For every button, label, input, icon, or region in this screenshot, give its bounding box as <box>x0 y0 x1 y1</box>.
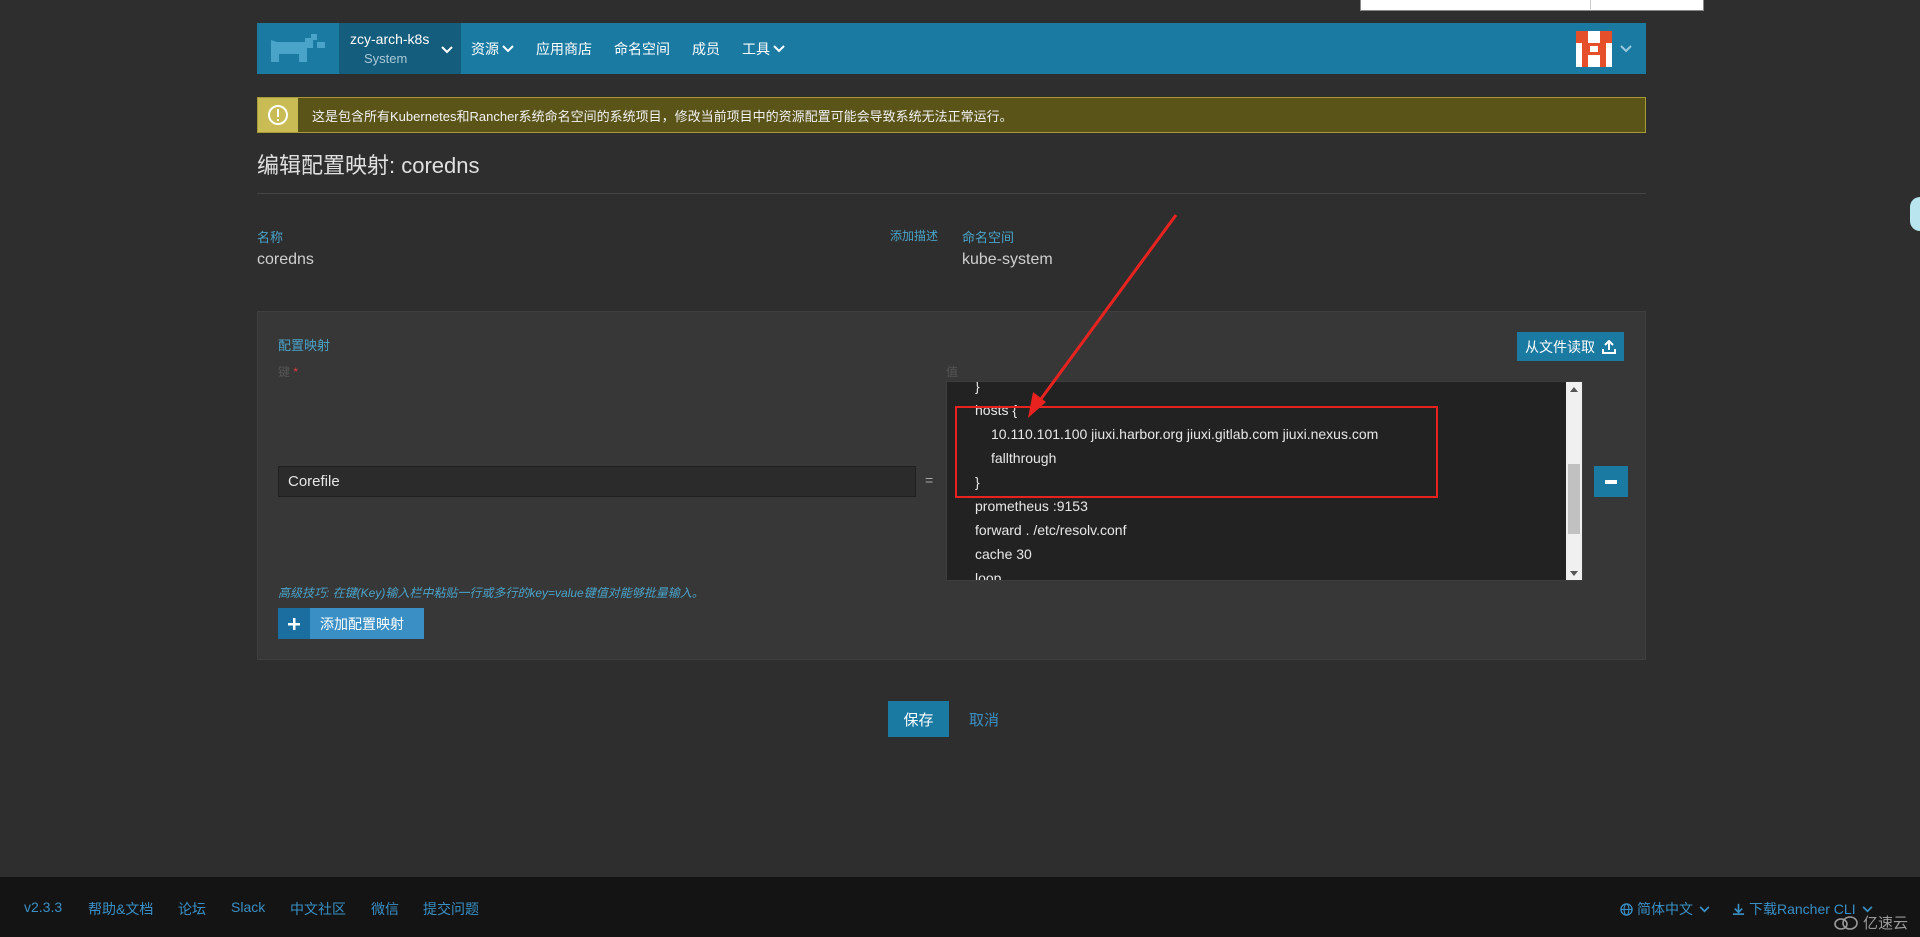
popup-edge <box>1360 0 1704 11</box>
scroll-up-icon[interactable] <box>1566 382 1582 396</box>
button-label: 添加配置映射 <box>320 615 404 632</box>
version-link[interactable]: v2.3.3 <box>24 899 62 915</box>
section-title: 配置映射 <box>278 338 331 353</box>
annotation-highlight-box <box>955 406 1438 498</box>
key-label: 键 <box>278 365 291 379</box>
cluster-project-switcher[interactable]: zcy-arch-k8s System <box>339 23 461 74</box>
download-icon <box>1732 903 1745 915</box>
nav-label: 成员 <box>692 40 720 57</box>
bulk-input-tip: 高级技巧: 在键(Key)输入栏中粘贴一行或多行的key=value键值对能够批… <box>278 586 704 600</box>
avatar <box>1576 31 1612 67</box>
language-label: 简体中文 <box>1637 901 1693 917</box>
nav-catalog[interactable]: 应用商店 <box>536 39 592 59</box>
remove-entry-button[interactable] <box>1594 466 1628 497</box>
namespace-value: kube-system <box>962 251 1053 268</box>
value-column-label: 值 <box>946 365 959 379</box>
plus-icon <box>278 608 310 639</box>
nav-resources[interactable]: 资源 <box>471 39 514 59</box>
footer-link-help[interactable]: 帮助&文档 <box>88 899 153 919</box>
rancher-logo-icon[interactable] <box>257 23 337 74</box>
system-project-warning: 这是包含所有Kubernetes和Rancher系统命名空间的系统项目，修改当前… <box>257 97 1646 133</box>
divider <box>257 193 1646 194</box>
language-selector[interactable]: 简体中文 <box>1620 899 1710 919</box>
nav-label: 工具 <box>742 40 770 57</box>
cloud-logo-icon <box>1834 915 1858 930</box>
cancel-button[interactable]: 取消 <box>969 709 999 730</box>
main-nav: 资源 应用商店 命名空间 成员 工具 <box>471 23 807 74</box>
info-icon <box>258 98 298 132</box>
equals-sign: = <box>925 472 934 488</box>
name-value: coredns <box>257 251 314 268</box>
footer: v2.3.3 帮助&文档 论坛 Slack 中文社区 微信 提交问题 简体中文 … <box>0 877 1920 937</box>
chevron-down-icon <box>441 41 453 57</box>
save-button[interactable]: 保存 <box>888 701 949 737</box>
nav-tools[interactable]: 工具 <box>742 39 785 59</box>
nav-label: 应用商店 <box>536 40 592 57</box>
add-configmap-button[interactable]: 添加配置映射 <box>278 608 424 639</box>
nav-members[interactable]: 成员 <box>692 39 720 59</box>
globe-icon <box>1620 902 1633 916</box>
chevron-down-icon <box>1620 45 1632 53</box>
scrollbar-thumb[interactable] <box>1568 464 1580 534</box>
cluster-name: zcy-arch-k8s <box>350 31 430 47</box>
code-line: loop <box>975 570 1002 581</box>
required-mark: * <box>293 365 299 379</box>
code-line: forward . /etc/resolv.conf <box>975 522 1127 538</box>
vertical-scrollbar[interactable] <box>1566 382 1582 580</box>
button-label: 从文件读取 <box>1525 338 1595 355</box>
page-title: 编辑配置映射: coredns <box>257 153 480 178</box>
scroll-down-icon[interactable] <box>1566 566 1582 580</box>
code-line: } <box>975 381 980 394</box>
nav-label: 命名空间 <box>614 40 670 57</box>
chevron-down-icon <box>1699 905 1710 912</box>
footer-link-slack[interactable]: Slack <box>231 899 265 915</box>
namespace-label: 命名空间 <box>962 230 1015 245</box>
key-column-label: 键 * <box>278 363 298 380</box>
user-menu[interactable] <box>1576 30 1632 68</box>
project-name: System <box>364 51 408 66</box>
configmap-key-input[interactable]: Corefile <box>278 466 916 497</box>
top-header: zcy-arch-k8s System 资源 应用商店 命名空间 成员 工具 <box>257 23 1646 74</box>
watermark: 亿速云 <box>1833 912 1908 933</box>
footer-link-issue[interactable]: 提交问题 <box>423 899 479 919</box>
code-line: cache 30 <box>975 546 1032 562</box>
chevron-down-icon <box>773 44 785 52</box>
name-label: 名称 <box>257 230 284 245</box>
upload-icon <box>1602 339 1616 354</box>
add-description-link[interactable]: 添加描述 <box>890 227 938 244</box>
footer-link-forum[interactable]: 论坛 <box>178 899 206 919</box>
minus-icon <box>1605 479 1617 484</box>
warning-text: 这是包含所有Kubernetes和Rancher系统命名空间的系统项目，修改当前… <box>312 108 1013 124</box>
footer-link-community[interactable]: 中文社区 <box>290 899 346 919</box>
nav-label: 资源 <box>471 40 499 57</box>
chevron-down-icon <box>502 44 514 52</box>
nav-namespaces[interactable]: 命名空间 <box>614 39 670 59</box>
side-handle[interactable] <box>1910 197 1920 231</box>
read-from-file-button[interactable]: 从文件读取 <box>1517 332 1624 361</box>
watermark-text: 亿速云 <box>1862 915 1908 932</box>
footer-link-wechat[interactable]: 微信 <box>371 899 399 919</box>
